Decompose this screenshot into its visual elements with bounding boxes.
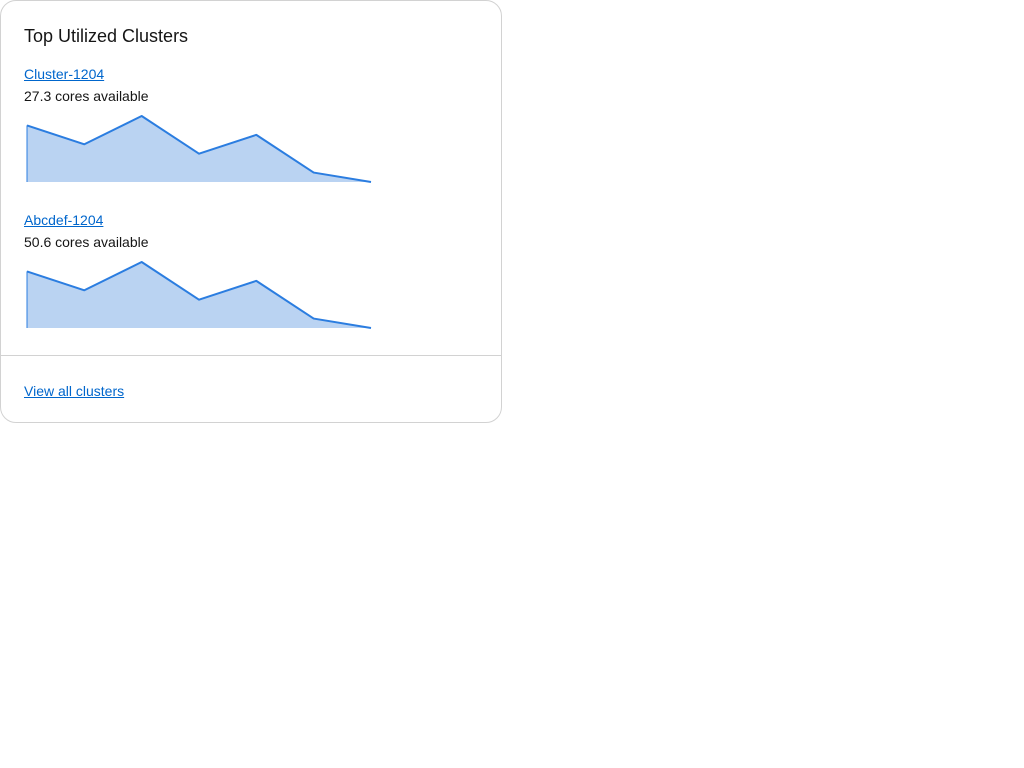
cluster-cores-available: 27.3 cores available (24, 88, 149, 104)
card-title: Top Utilized Clusters (24, 26, 189, 46)
cluster-utilization-sparkline (26, 261, 372, 329)
view-all-clusters-link[interactable]: View all clusters (24, 383, 124, 399)
card-footer-divider (1, 355, 501, 356)
sparkline-area (27, 116, 371, 182)
cluster-cores-available: 50.6 cores available (24, 234, 149, 250)
cluster-link-abcdef-1204[interactable]: Abcdef-1204 (24, 212, 103, 228)
cluster-link-cluster-1204[interactable]: Cluster-1204 (24, 66, 104, 82)
cluster-utilization-sparkline (26, 115, 372, 183)
sparkline-area (27, 262, 371, 328)
top-utilized-clusters-card: Top Utilized Clusters Cluster-1204 27.3 … (0, 0, 502, 423)
